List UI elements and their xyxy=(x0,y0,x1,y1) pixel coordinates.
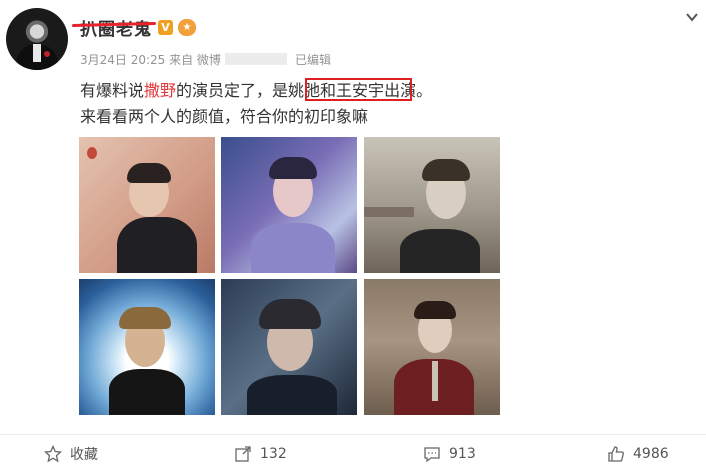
repost-button[interactable]: 132 xyxy=(234,443,287,465)
photo-1[interactable] xyxy=(79,137,215,273)
action-divider xyxy=(0,434,706,435)
text-segment: 有爆料说 xyxy=(80,81,145,100)
photo-5[interactable] xyxy=(221,279,357,415)
favorite-label: 收藏 xyxy=(70,447,98,463)
comment-button[interactable]: 913 xyxy=(423,443,476,465)
star-icon xyxy=(44,445,62,463)
avatar[interactable] xyxy=(6,8,68,70)
favorite-button[interactable]: 收藏 xyxy=(44,443,98,465)
chevron-down-icon[interactable] xyxy=(685,10,699,24)
text-segment: 的演员定了，是 xyxy=(176,81,289,100)
comment-count: 913 xyxy=(449,446,476,462)
blurred-source xyxy=(224,53,287,65)
comment-icon xyxy=(424,447,440,463)
vip-badge-icon: V xyxy=(158,20,173,35)
edited-label[interactable]: 已编辑 xyxy=(295,53,331,67)
thumbs-up-icon xyxy=(608,446,624,462)
red-highlight-box xyxy=(305,78,412,101)
author-name-wrap[interactable]: 扒圈老鬼 xyxy=(71,15,157,40)
post-date-source[interactable]: 3月24日 20:25 来自 微博 xyxy=(80,53,221,67)
photo-2[interactable] xyxy=(221,137,357,273)
photo-4[interactable] xyxy=(79,279,215,415)
like-button[interactable]: 4986 xyxy=(607,443,669,465)
repost-icon xyxy=(235,446,251,462)
avatar-rose xyxy=(44,51,50,57)
repost-count: 132 xyxy=(260,446,287,462)
photo-6[interactable] xyxy=(364,279,500,415)
topic-link[interactable]: 撒野 xyxy=(144,81,176,100)
avatar-shirt xyxy=(33,44,41,62)
post-meta: 3月24日 20:25 来自 微博 已编辑 xyxy=(80,51,331,68)
member-badge-icon: ★ xyxy=(178,19,196,36)
content-line-2: 来看看两个人的颜值，符合你的初印象嘛 xyxy=(80,107,369,126)
like-count: 4986 xyxy=(633,446,669,462)
photo-3[interactable] xyxy=(364,137,500,273)
